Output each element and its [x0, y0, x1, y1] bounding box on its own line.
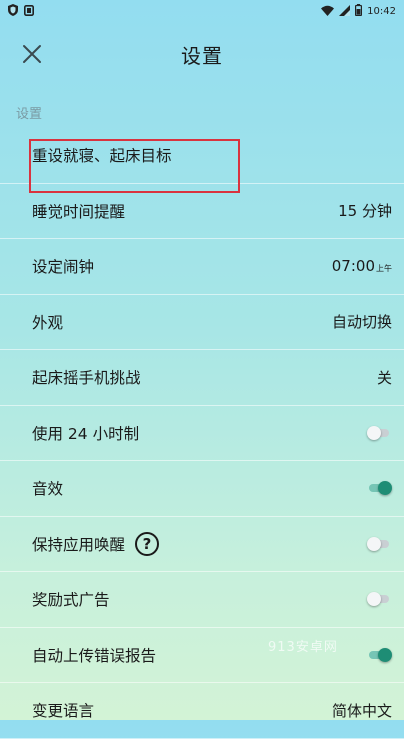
row-value: 自动切换 — [331, 313, 392, 332]
row-label: 自动上传错误报告 — [32, 646, 157, 665]
row-error-reports[interactable]: 自动上传错误报告 — [0, 628, 404, 683]
row-value: 简体中文 — [331, 701, 392, 720]
section-label: 设置 — [16, 107, 43, 122]
row-label: 变更语言 — [32, 702, 95, 721]
highlight-box — [29, 139, 240, 193]
toggle-error-reports[interactable] — [366, 647, 392, 663]
settings-list: 重设就寝、起床目标 睡觉时间提醒 15 分钟 设定闹钟 07:00上午 外观 自… — [0, 128, 404, 739]
watermark: 913安卓网 — [268, 640, 338, 655]
alarm-ampm: 上午 — [376, 264, 392, 274]
row-value: 关 — [376, 368, 392, 387]
top-bar: 设置 — [0, 22, 404, 82]
toggle-keep-awake[interactable] — [366, 536, 392, 552]
row-label-group: 保持应用唤醒 ? — [32, 531, 160, 556]
row-set-alarm[interactable]: 设定闹钟 07:00上午 — [0, 239, 404, 295]
sim-icon — [24, 4, 34, 19]
toggle-sound-effects[interactable] — [366, 480, 392, 496]
status-bar: 10:42 — [0, 0, 404, 22]
row-24-hour[interactable]: 使用 24 小时制 — [0, 406, 404, 461]
status-left — [8, 4, 34, 19]
signal-icon — [339, 4, 351, 19]
battery-icon — [355, 4, 363, 19]
row-label: 保持应用唤醒 — [32, 535, 126, 554]
wifi-icon — [321, 5, 335, 19]
status-right: 10:42 — [321, 4, 396, 19]
row-label: 使用 24 小时制 — [32, 424, 140, 443]
help-icon[interactable]: ? — [135, 531, 160, 556]
row-label: 设定闹钟 — [32, 258, 95, 277]
alarm-time: 07:00 — [331, 257, 375, 276]
row-rewarded-ads[interactable]: 奖励式广告 — [0, 572, 404, 628]
row-shake-challenge[interactable]: 起床摇手机挑战 关 — [0, 350, 404, 406]
row-label: 奖励式广告 — [32, 591, 110, 610]
row-label: 起床摇手机挑战 — [32, 369, 141, 388]
row-sound-effects[interactable]: 音效 — [0, 461, 404, 517]
row-label: 音效 — [32, 480, 64, 499]
row-keep-awake[interactable]: 保持应用唤醒 ? — [0, 517, 404, 572]
row-label: 外观 — [32, 313, 64, 332]
row-change-language[interactable]: 变更语言 简体中文 — [0, 683, 404, 739]
row-appearance[interactable]: 外观 自动切换 — [0, 295, 404, 350]
alarm-time-value: 07:00上午 — [332, 257, 392, 275]
page-title: 设置 — [181, 44, 223, 68]
row-value: 15 分钟 — [338, 202, 392, 221]
status-time: 10:42 — [367, 6, 396, 17]
toggle-24-hour[interactable] — [366, 425, 392, 441]
toggle-rewarded-ads[interactable] — [366, 591, 392, 607]
row-label: 睡觉时间提醒 — [32, 202, 126, 221]
shield-icon — [8, 4, 18, 19]
